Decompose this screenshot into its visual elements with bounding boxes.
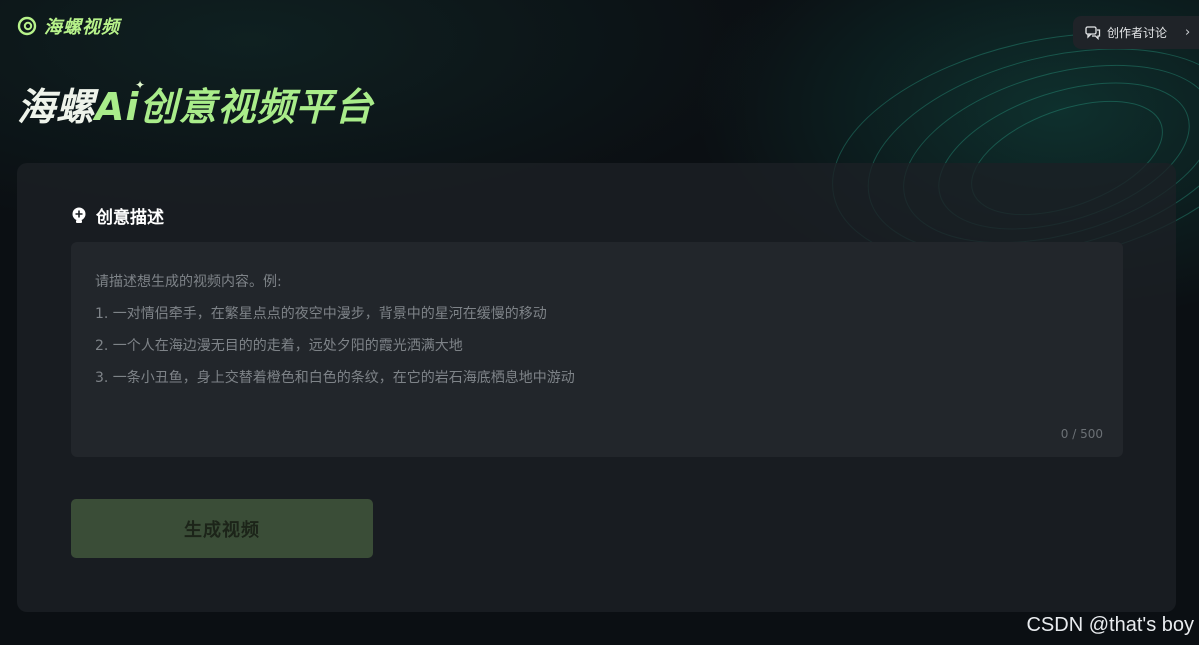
snail-logo-icon [16,15,38,37]
generate-video-label: 生成视频 [184,519,260,541]
character-count: 0 / 500 [1060,427,1103,441]
section-title: 创意描述 [96,208,164,228]
page: 海螺视频 创作者讨论 › 海螺Ai创意视频平台 ✦ 创意描述 请描述想生成的视频… [0,0,1199,645]
section-header: 创意描述 [70,203,164,228]
placeholder-line: 1. 一对情侣牵手，在繁星点点的夜空中漫步，背景中的星河在缓慢的移动 [95,306,547,322]
hero-title-main: 海螺 [17,85,96,129]
chevron-right-icon: › [1185,25,1191,40]
brand-name: 海螺视频 [44,17,120,38]
creator-discussion-label: 创作者讨论 [1107,26,1168,40]
sparkle-icon: ✦ [135,78,146,92]
hero-title: 海螺Ai创意视频平台 [17,76,373,131]
generate-video-button[interactable]: 生成视频 [71,499,373,558]
lightbulb-icon [70,207,88,225]
placeholder-line: 3. 一条小丑鱼，身上交替着橙色和白色的条纹，在它的岩石海底栖息地中游动 [95,370,575,386]
creator-discussion-button[interactable]: 创作者讨论 › [1073,16,1199,49]
brand-logo[interactable]: 海螺视频 [16,13,120,39]
creation-panel: 创意描述 请描述想生成的视频内容。例: 1. 一对情侣牵手，在繁星点点的夜空中漫… [17,163,1176,612]
chat-bubbles-icon [1085,25,1101,41]
prompt-textarea[interactable]: 请描述想生成的视频内容。例: 1. 一对情侣牵手，在繁星点点的夜空中漫步，背景中… [71,242,1123,457]
placeholder-line: 2. 一个人在海边漫无目的的走着，远处夕阳的霞光洒满大地 [95,338,463,354]
placeholder-line: 请描述想生成的视频内容。例: [95,274,282,290]
watermark: CSDN @that's boy [1026,614,1194,636]
